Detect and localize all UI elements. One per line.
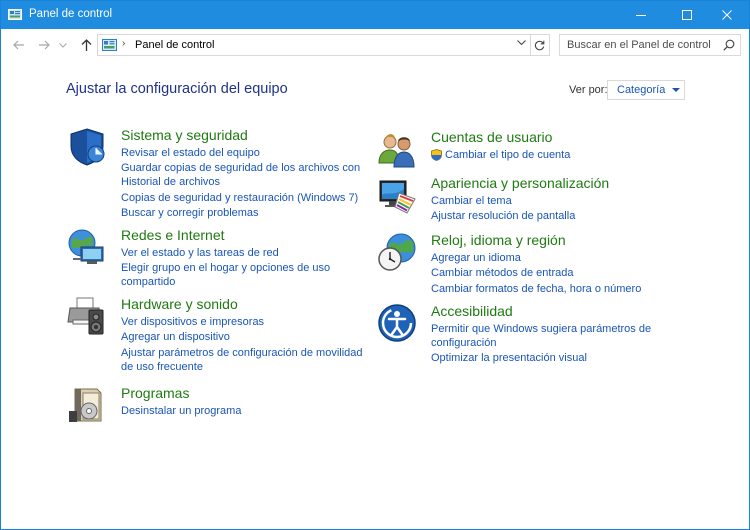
category-network-internet: Redes e Internet Ver el estado y las tar… (67, 227, 367, 292)
category-programs: Programas Desinstalar un programa (67, 385, 367, 425)
view-by-label: Ver por: (569, 84, 608, 96)
category-hardware-sound: Hardware y sonido Ver dispositivos e imp… (67, 296, 367, 376)
category-title[interactable]: Reloj, idioma y región (431, 232, 566, 248)
link-review-computer-status[interactable]: Revisar el estado del equipo (121, 146, 371, 160)
category-system-security: Sistema y seguridad Revisar el estado de… (67, 127, 367, 222)
link-add-language[interactable]: Agregar un idioma (431, 251, 681, 265)
close-icon (722, 10, 732, 20)
category-user-accounts: Cuentas de usuario Cambiar el tipo de cu… (377, 129, 677, 169)
link-screen-resolution[interactable]: Ajustar resolución de pantalla (431, 209, 681, 223)
address-dropdown-icon[interactable] (517, 40, 526, 46)
link-backup-restore-win7[interactable]: Copias de seguridad y restauración (Wind… (121, 191, 371, 205)
category-links: Ver dispositivos e impresoras Agregar un… (121, 315, 371, 375)
category-links: Ver el estado y las tareas de red Elegir… (121, 246, 371, 291)
up-arrow-icon (81, 39, 91, 51)
link-change-theme[interactable]: Cambiar el tema (431, 194, 681, 208)
link-add-device[interactable]: Agregar un dispositivo (121, 330, 371, 344)
category-accessibility: Accesibilidad Permitir que Windows sugie… (377, 303, 677, 368)
category-title[interactable]: Programas (121, 385, 189, 401)
address-bar[interactable]: › Panel de control (97, 34, 531, 56)
link-windows-suggest-settings[interactable]: Permitir que Windows sugiera parámetros … (431, 322, 681, 350)
link-file-history-backup[interactable]: Guardar copias de seguridad de los archi… (121, 161, 371, 189)
recent-locations-button[interactable] (58, 37, 68, 53)
back-arrow-icon (13, 40, 24, 50)
breadcrumb-separator[interactable]: › (122, 38, 125, 49)
clock-globe-icon[interactable] (377, 232, 417, 272)
category-links: Desinstalar un programa (121, 404, 371, 419)
globe-network-icon[interactable] (67, 227, 107, 267)
link-homegroup-sharing[interactable]: Elegir grupo en el hogar y opciones de u… (121, 261, 371, 289)
category-title[interactable]: Redes e Internet (121, 227, 225, 243)
search-input[interactable] (560, 35, 720, 55)
refresh-button[interactable] (530, 34, 550, 56)
category-links: Revisar el estado del equipo Guardar cop… (121, 146, 371, 221)
forward-button[interactable] (36, 37, 52, 53)
window-title: Panel de control (29, 8, 113, 20)
title-bar[interactable]: Panel de control (1, 1, 749, 29)
category-links: Cambiar el tema Ajustar resolución de pa… (431, 194, 681, 225)
category-title[interactable]: Apariencia y personalización (431, 175, 609, 191)
link-change-account-type[interactable]: Cambiar el tipo de cuenta (431, 148, 681, 162)
control-panel-window: Panel de control › Panel de control Busc… (0, 0, 750, 530)
category-appearance-personalization: Apariencia y personalización Cambiar el … (377, 175, 677, 225)
category-title[interactable]: Accesibilidad (431, 303, 513, 319)
link-optimize-visual-display[interactable]: Optimizar la presentación visual (431, 351, 681, 365)
category-title[interactable]: Cuentas de usuario (431, 129, 552, 145)
refresh-icon (534, 40, 545, 50)
minimize-icon (636, 15, 646, 16)
link-devices-printers[interactable]: Ver dispositivos e impresoras (121, 315, 371, 329)
category-links: Agregar un idioma Cambiar métodos de ent… (431, 251, 681, 297)
link-change-date-time-formats[interactable]: Cambiar formatos de fecha, hora o número (431, 282, 681, 296)
search-box[interactable] (559, 34, 741, 56)
page-title: Ajustar la configuración del equipo (66, 81, 288, 97)
link-mobility-settings[interactable]: Ajustar parámetros de configuración de m… (121, 346, 371, 374)
close-button[interactable] (704, 1, 750, 29)
view-by-value: Categoría (617, 84, 666, 96)
printer-speaker-icon[interactable] (67, 296, 107, 336)
chevron-down-icon (59, 42, 67, 48)
link-change-input-methods[interactable]: Cambiar métodos de entrada (431, 266, 681, 280)
category-links: Permitir que Windows sugiera parámetros … (431, 322, 681, 367)
maximize-icon (682, 10, 692, 20)
view-by-dropdown[interactable]: Categoría (607, 80, 685, 100)
category-title[interactable]: Hardware y sonido (121, 296, 238, 312)
up-button[interactable] (78, 37, 94, 53)
caret-down-icon (672, 88, 681, 92)
minimize-button[interactable] (618, 1, 664, 29)
navigation-bar: › Panel de control (1, 29, 749, 61)
link-network-status-tasks[interactable]: Ver el estado y las tareas de red (121, 246, 371, 260)
accessibility-icon[interactable] (377, 303, 417, 343)
users-icon[interactable] (377, 129, 417, 169)
uac-shield-icon (431, 149, 442, 161)
category-title[interactable]: Sistema y seguridad (121, 127, 248, 143)
programs-box-icon[interactable] (67, 385, 107, 425)
back-button[interactable] (11, 37, 27, 53)
control-panel-app-icon (8, 9, 22, 20)
breadcrumb-control-panel[interactable]: Panel de control (135, 39, 215, 51)
forward-arrow-icon (39, 40, 50, 50)
link-uninstall-program[interactable]: Desinstalar un programa (121, 404, 371, 418)
monitor-palette-icon[interactable] (377, 175, 417, 215)
link-label: Cambiar el tipo de cuenta (445, 149, 571, 161)
shield-icon[interactable] (67, 127, 107, 167)
search-icon[interactable] (723, 39, 735, 51)
control-panel-location-icon (102, 39, 117, 51)
category-links: Cambiar el tipo de cuenta (431, 148, 681, 163)
link-find-fix-problems[interactable]: Buscar y corregir problemas (121, 206, 371, 220)
category-clock-language-region: Reloj, idioma y región Agregar un idioma… (377, 232, 677, 297)
